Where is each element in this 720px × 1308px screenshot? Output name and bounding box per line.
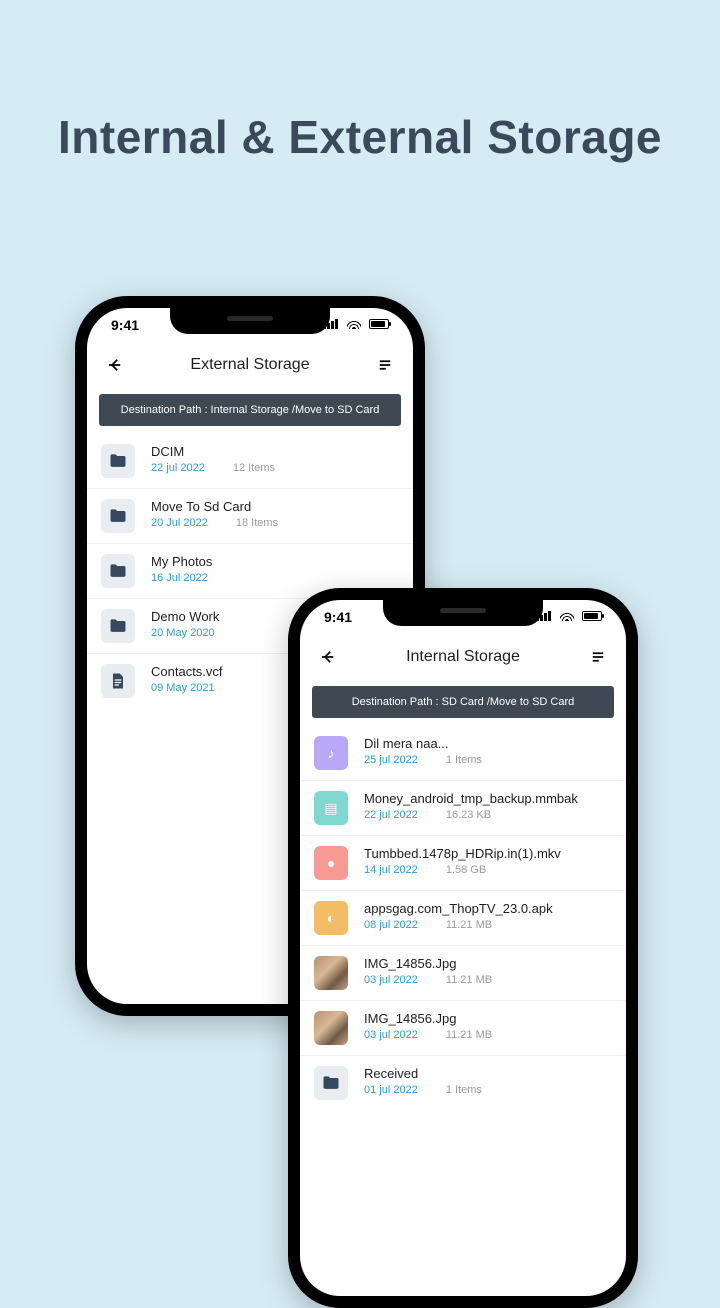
- file-list: ♪ Dil mera naa... 25 jul 2022 1 Items ▤ Money…: [300, 726, 626, 1110]
- file-name: Received: [364, 1066, 612, 1081]
- file-date: 09 May 2021: [151, 682, 215, 694]
- phone-internal: 9:41 Internal Storage Destination Path :…: [288, 588, 638, 1308]
- image-icon: [314, 956, 348, 990]
- list-item[interactable]: ♪ Dil mera naa... 25 jul 2022 1 Items: [300, 726, 626, 781]
- file-name: My Photos: [151, 554, 399, 569]
- file-date: 22 jul 2022: [364, 809, 418, 821]
- path-banner: Destination Path : Internal Storage /Mov…: [99, 394, 401, 426]
- file-size: 11.21 MB: [446, 919, 492, 931]
- file-name: Money_android_tmp_backup.mmbak: [364, 791, 612, 806]
- file-name: IMG_14856.Jpg: [364, 956, 612, 971]
- list-item[interactable]: IMG_14856.Jpg 03 jul 2022 11.21 MB: [300, 946, 626, 1001]
- list-item[interactable]: ▤ Money_android_tmp_backup.mmbak 22 jul 20…: [300, 781, 626, 836]
- folder-icon: [101, 444, 135, 478]
- file-size: 1 Items: [446, 1084, 482, 1096]
- apk-icon: ◐: [314, 901, 348, 935]
- file-date: 22 jul 2022: [151, 462, 205, 474]
- app-bar: External Storage: [87, 342, 413, 388]
- wifi-icon: [347, 319, 361, 329]
- file-size: 1.58 GB: [446, 864, 486, 876]
- screen-title: External Storage: [125, 356, 375, 374]
- folder-icon: [101, 554, 135, 588]
- file-date: 20 Jul 2022: [151, 517, 208, 529]
- file-size: 1 Items: [446, 754, 482, 766]
- back-icon[interactable]: [318, 647, 338, 667]
- status-icons: [536, 610, 602, 624]
- battery-icon: [369, 319, 389, 329]
- list-item[interactable]: DCIM 22 jul 2022 12 Items: [87, 434, 413, 489]
- file-size: 18 Items: [236, 517, 278, 529]
- menu-icon[interactable]: [588, 647, 608, 667]
- wifi-icon: [560, 611, 574, 621]
- music-icon: ♪: [314, 736, 348, 770]
- file-date: 25 jul 2022: [364, 754, 418, 766]
- notch: [170, 308, 330, 334]
- file-name: Tumbbed.1478p_HDRip.in(1).mkv: [364, 846, 612, 861]
- file-size: 12 Items: [233, 462, 275, 474]
- list-item[interactable]: Received 01 jul 2022 1 Items: [300, 1056, 626, 1110]
- file-name: IMG_14856.Jpg: [364, 1011, 612, 1026]
- file-date: 20 May 2020: [151, 627, 215, 639]
- app-bar: Internal Storage: [300, 634, 626, 680]
- file-name: Dil mera naa...: [364, 736, 612, 751]
- file-size: 11.21 MB: [446, 974, 492, 986]
- doc-icon: [101, 664, 135, 698]
- status-time: 9:41: [111, 317, 139, 333]
- folder-icon: [101, 499, 135, 533]
- file-name: Move To Sd Card: [151, 499, 399, 514]
- status-time: 9:41: [324, 609, 352, 625]
- file-size: 11.21 MB: [446, 1029, 492, 1041]
- file-date: 16 Jul 2022: [151, 572, 208, 584]
- file-name: appsgag.com_ThopTV_23.0.apk: [364, 901, 612, 916]
- page-headline: Internal & External Storage: [0, 110, 720, 164]
- file-date: 03 jul 2022: [364, 1029, 418, 1041]
- back-icon[interactable]: [105, 355, 125, 375]
- status-icons: [323, 318, 389, 332]
- file-size: 16.23 KB: [446, 809, 491, 821]
- folder-icon: [314, 1066, 348, 1100]
- list-item[interactable]: IMG_14856.Jpg 03 jul 2022 11.21 MB: [300, 1001, 626, 1056]
- file-icon: ▤: [314, 791, 348, 825]
- file-date: 14 jul 2022: [364, 864, 418, 876]
- list-item[interactable]: Move To Sd Card 20 Jul 2022 18 Items: [87, 489, 413, 544]
- path-banner: Destination Path : SD Card /Move to SD C…: [312, 686, 614, 718]
- file-name: DCIM: [151, 444, 399, 459]
- menu-icon[interactable]: [375, 355, 395, 375]
- list-item[interactable]: ● Tumbbed.1478p_HDRip.in(1).mkv 14 jul 202…: [300, 836, 626, 891]
- list-item[interactable]: ◐ appsgag.com_ThopTV_23.0.apk 08 jul 2022 1…: [300, 891, 626, 946]
- file-date: 08 jul 2022: [364, 919, 418, 931]
- file-date: 01 jul 2022: [364, 1084, 418, 1096]
- battery-icon: [582, 611, 602, 621]
- screen-title: Internal Storage: [338, 648, 588, 666]
- video-icon: ●: [314, 846, 348, 880]
- file-date: 03 jul 2022: [364, 974, 418, 986]
- folder-icon: [101, 609, 135, 643]
- image-icon: [314, 1011, 348, 1045]
- notch: [383, 600, 543, 626]
